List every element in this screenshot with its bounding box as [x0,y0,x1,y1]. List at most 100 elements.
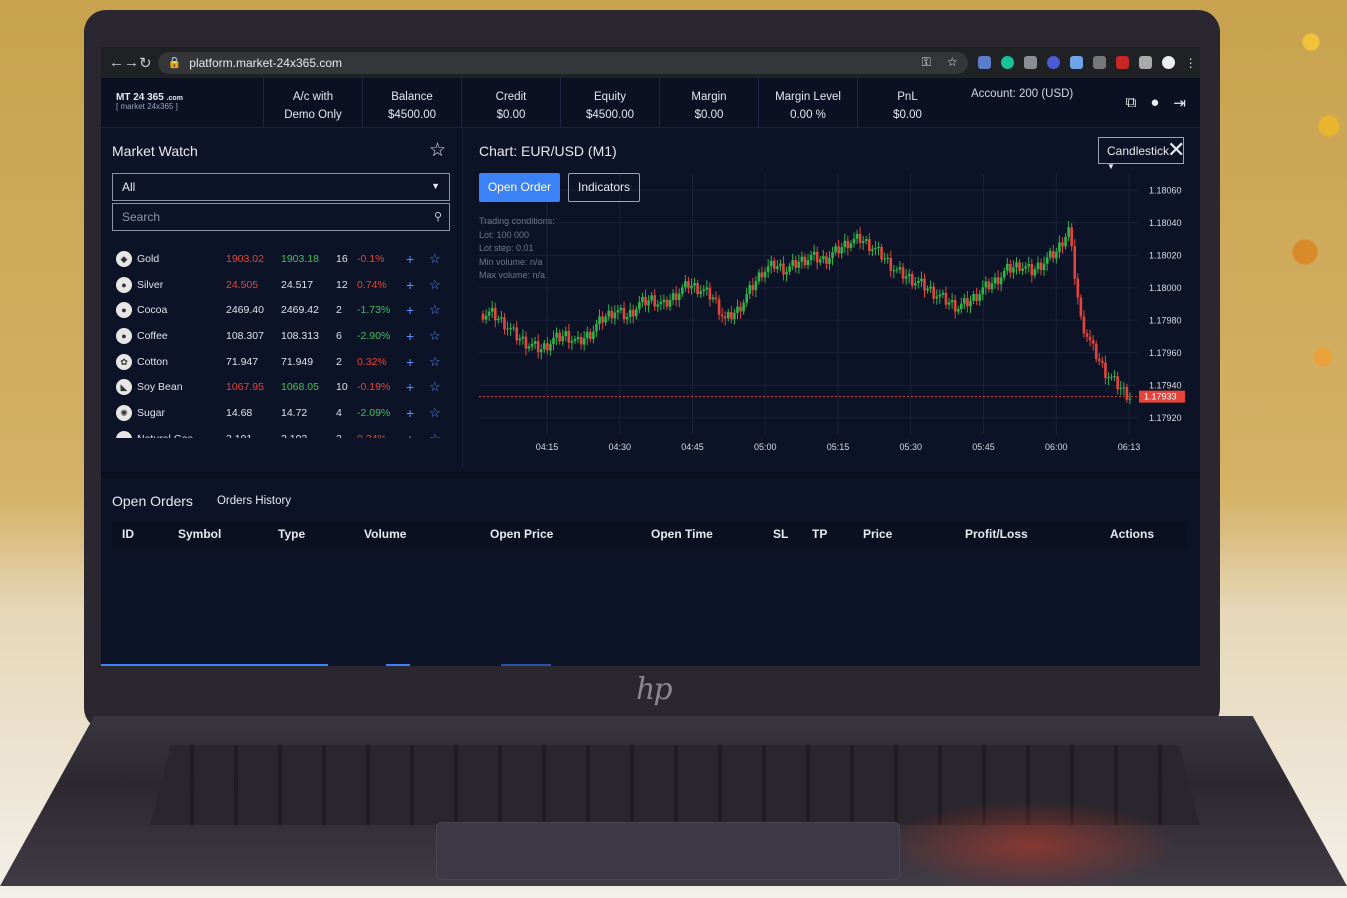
column-header[interactable]: ID [122,527,134,541]
back-icon[interactable]: ← [109,54,124,71]
indicators-button[interactable]: Indicators [568,173,640,202]
star-icon[interactable]: ☆ [429,405,441,421]
star-icon[interactable]: ☆ [429,277,441,293]
candle-body [1027,264,1031,267]
menu-dots-icon[interactable]: ⋮ [1185,56,1197,70]
add-icon[interactable]: + [406,431,414,438]
add-icon[interactable]: + [406,302,414,318]
star-icon[interactable]: ☆ [429,354,441,370]
grammarly-icon[interactable] [1000,55,1014,69]
puzzle-icon[interactable] [1138,55,1152,69]
logout-icon[interactable]: ⇥ [1173,94,1186,127]
favorites-star-icon[interactable]: ☆ [429,139,446,162]
m-extension-icon[interactable] [1115,55,1129,69]
candle-body [742,302,745,312]
instrument-icon: ◆ [116,250,132,267]
candle-body [828,258,831,264]
candle-body [487,311,491,316]
candle-body [585,331,589,339]
add-icon[interactable]: + [406,251,414,267]
pen-icon[interactable] [1092,55,1106,69]
column-header[interactable]: Profit/Loss [965,527,1028,541]
camera-icon[interactable] [1023,55,1037,69]
candle-body [1101,360,1104,363]
candlestick-chart[interactable]: 1.18060 1.18040 1.18020 1.18000 1.17980 1.179… [465,169,1200,459]
instrument-row[interactable]: ◣ Soy Bean 1067.95 1068.05 10 -0.19% + ☆ [101,374,463,400]
candle-body [932,286,936,299]
candle-body [690,285,693,289]
y-tick-label: 1.18020 [1149,250,1182,260]
add-icon[interactable]: + [406,328,414,344]
add-icon[interactable]: + [406,354,414,370]
candle-body [533,341,537,344]
candle-body [981,287,985,295]
x-tick-label: 04:15 [536,442,559,452]
add-icon[interactable]: + [406,277,414,293]
add-icon[interactable]: + [406,379,414,395]
star-icon[interactable]: ☆ [429,328,441,344]
search-icon: ⚲ [433,211,442,223]
column-header[interactable]: Symbol [178,527,221,541]
candle-body [644,296,647,306]
forward-icon[interactable]: → [124,54,139,71]
stat-balance: Balance $4500.00 [363,78,462,127]
candle-body [1125,387,1129,400]
gear-extension-icon[interactable] [1046,55,1060,69]
candle-body [871,249,874,251]
bid-price: 3.191 [226,433,252,438]
candle-body [500,317,503,319]
candle-body [880,246,883,260]
add-icon[interactable]: + [406,405,414,421]
column-header[interactable]: Volume [364,527,406,541]
candle-body [1036,262,1040,270]
candle-body [635,309,638,317]
star-icon[interactable]: ☆ [429,379,441,395]
star-icon[interactable]: ☆ [429,251,441,267]
candle-body [481,313,485,320]
candle-body [662,299,666,303]
close-chart-icon[interactable]: ✕ [1167,137,1185,163]
instrument-row[interactable]: ● Coffee 108.307 108.313 6 -2.90% + ☆ [101,323,463,349]
search-input[interactable]: Search ⚲ [112,203,450,231]
key-icon[interactable]: ⚿ [922,55,931,70]
column-header[interactable]: SL [773,527,788,541]
star-icon[interactable]: ☆ [429,302,441,318]
candle-body [484,315,488,320]
instrument-icon: ✿ [116,353,132,370]
tab-open-orders[interactable]: Open Orders [112,493,193,509]
instrument-row[interactable]: ☁ Natural Gas 3.191 3.193 2 0.34% + ☆ [101,426,463,438]
candle-body [1058,242,1061,252]
column-header[interactable]: Actions [1110,527,1154,541]
column-header[interactable]: Price [863,527,892,541]
open-order-button[interactable]: Open Order [479,173,560,202]
extension-icon[interactable] [977,55,991,69]
candle-body [601,316,604,323]
change-percent: 0.32% [357,355,387,368]
column-header[interactable]: Open Price [490,527,553,541]
instrument-row[interactable]: ✿ Cotton 71.947 71.949 2 0.32% + ☆ [101,349,463,375]
stat-value: $0.00 [694,109,724,121]
star-icon[interactable]: ☆ [429,431,441,438]
instrument-row[interactable]: ◆ Gold 1903.02 1903.18 16 -0.1% + ☆ [101,246,463,272]
reload-icon[interactable]: ↻ [139,54,152,72]
candle-body [953,300,957,312]
stat-value: 0.00 % [790,109,826,121]
download-icon[interactable] [1069,55,1083,69]
profile-avatar-icon[interactable] [1161,55,1175,69]
brand-logo[interactable]: MT 24 365 .com [ market 24x365 ] [101,78,264,127]
instrument-row[interactable]: ✺ Sugar 14.68 14.72 4 -2.09% + ☆ [101,400,463,426]
column-header[interactable]: Type [278,527,305,541]
scroll-indicator [501,664,551,666]
category-select[interactable]: All ▼ [112,173,450,201]
column-header[interactable]: TP [812,527,827,541]
column-header[interactable]: Open Time [651,527,713,541]
instrument-row[interactable]: ● Silver 24.505 24.517 12 0.74% + ☆ [101,272,463,298]
tab-orders-history[interactable]: Orders History [217,495,291,507]
fullscreen-icon[interactable]: ⧉ [1126,94,1137,127]
y-tick-label: 1.17940 [1149,380,1182,390]
user-icon[interactable]: ● [1150,94,1159,127]
instrument-row[interactable]: ● Cocoa 2469.40 2469.42 2 -1.73% + ☆ [101,297,463,323]
candle-body [699,291,702,295]
bookmark-star-icon[interactable]: ☆ [947,55,958,70]
address-bar[interactable]: 🔒 platform.market-24x365.com ⚿ ☆ [157,51,968,74]
